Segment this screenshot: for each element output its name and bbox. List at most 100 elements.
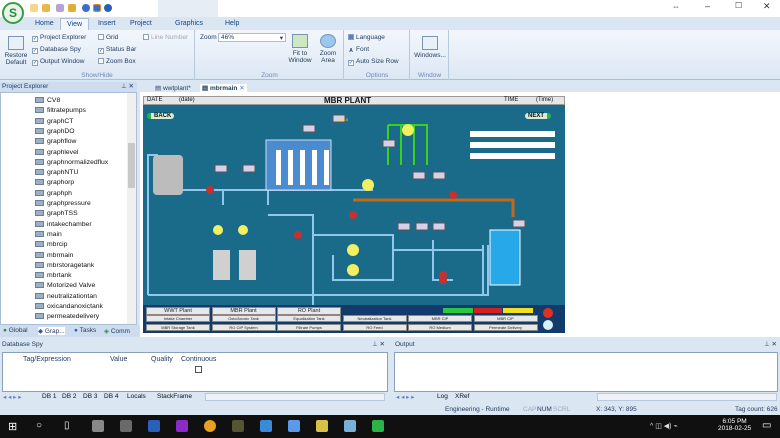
tree-item[interactable]: Motorized Valve: [35, 282, 95, 289]
auto-size-row-checkbox[interactable]: ✓ Auto Size Row: [348, 58, 399, 66]
app-icon-7[interactable]: [260, 420, 272, 432]
tab-db4[interactable]: DB 4: [104, 393, 118, 400]
tree-item[interactable]: graphDO: [35, 127, 75, 135]
save-icon[interactable]: [68, 4, 76, 12]
nav-button[interactable]: WWT Plant: [146, 307, 210, 315]
output-hscrollbar[interactable]: [597, 393, 777, 401]
tab-global[interactable]: ● Global: [3, 327, 28, 334]
nav-button[interactable]: Intake Chamber: [146, 315, 210, 323]
tree-item[interactable]: graphNTU: [35, 169, 78, 176]
app-icon-4[interactable]: [176, 420, 188, 432]
tab-insert[interactable]: Insert: [92, 18, 122, 30]
doc-tab-wwtplant[interactable]: ▤ wwtplant*: [155, 84, 191, 93]
nav-button[interactable]: MBR Plant: [211, 307, 276, 315]
info-icon[interactable]: [93, 4, 101, 12]
tree-item[interactable]: oxicandanoxictank: [35, 303, 103, 310]
language-button[interactable]: Language: [348, 34, 385, 41]
tree-item[interactable]: neutralizationtan: [35, 292, 97, 300]
tree-item[interactable]: mbrstoragetank: [35, 261, 94, 269]
tab-comm[interactable]: ◈ Comm: [104, 327, 130, 335]
chrome-icon[interactable]: [204, 420, 216, 432]
maximize-button[interactable]: ☐: [735, 1, 742, 10]
doc-tab-mbrmain[interactable]: ▤ mbrmain ✕: [200, 84, 247, 93]
clock[interactable]: 6:05 PM 2018-02-25: [718, 418, 751, 432]
grid-checkbox[interactable]: Grid: [98, 34, 118, 41]
zoom-box-checkbox[interactable]: Zoom Box: [98, 58, 136, 65]
tree-item[interactable]: filtratepumps: [35, 107, 86, 114]
zoom-area-button[interactable]: Zoom Area: [316, 34, 340, 64]
back-button[interactable]: BACK: [147, 113, 175, 119]
font-button[interactable]: A Font: [348, 46, 369, 55]
search-icon[interactable]: ○: [36, 420, 42, 431]
nav-button[interactable]: Neutralization Tank: [342, 315, 407, 323]
next-button[interactable]: NEXT: [525, 113, 552, 119]
app-icon-6[interactable]: [232, 420, 244, 432]
tree-item[interactable]: mbrcip: [35, 241, 67, 248]
tab-db3[interactable]: DB 3: [83, 393, 97, 400]
output-window-checkbox[interactable]: ✓ Output Window: [32, 58, 84, 66]
tree-item[interactable]: graphflow: [35, 138, 76, 145]
tab-graphics[interactable]: Graphics: [169, 18, 209, 30]
tab-log[interactable]: Log: [437, 393, 448, 400]
nav-button[interactable]: MBR CIP: [473, 315, 538, 323]
app-icon-1[interactable]: [92, 420, 104, 432]
open-icon[interactable]: [42, 4, 50, 12]
nav-button[interactable]: Permeate Delivery: [473, 323, 538, 331]
close-button[interactable]: ✕: [763, 1, 771, 12]
nav-button[interactable]: MBR Storage Tank: [146, 323, 210, 331]
tree-item[interactable]: CV8: [35, 97, 60, 104]
scada-app-icon[interactable]: [372, 420, 384, 432]
tree-item[interactable]: mbrtank: [35, 272, 72, 279]
restore-default-button[interactable]: Restore Default: [3, 36, 29, 66]
tree-item[interactable]: graphorp: [35, 179, 74, 186]
nav-button[interactable]: RO CIP System: [211, 323, 276, 331]
notifications-icon[interactable]: ▭: [762, 420, 771, 431]
tree-item[interactable]: intakechamber: [35, 220, 92, 228]
cut-icon[interactable]: [56, 4, 64, 12]
back-icon[interactable]: [82, 4, 90, 12]
new-icon[interactable]: [30, 4, 38, 12]
database-spy-checkbox[interactable]: ✓ Database Spy: [32, 46, 81, 54]
app-icon-3[interactable]: [148, 420, 160, 432]
tree-item[interactable]: graphnormalizedflux: [35, 158, 108, 166]
nav-button[interactable]: MBR CIP: [408, 315, 472, 323]
home-icon[interactable]: [543, 320, 553, 330]
minimize-button[interactable]: –: [705, 1, 710, 11]
nav-button[interactable]: Filtrate Pumps: [277, 323, 341, 331]
project-explorer-scrollbar[interactable]: [127, 93, 136, 324]
tree-item[interactable]: graphlevel: [35, 148, 78, 156]
tab-xref[interactable]: XRef: [455, 393, 469, 400]
tab-view[interactable]: View: [60, 18, 90, 30]
tab-tasks[interactable]: ● Tasks: [74, 327, 96, 334]
tree-item[interactable]: mbrmain: [35, 251, 73, 259]
tree-item[interactable]: graphTSS: [35, 210, 78, 217]
output-nav-arrows[interactable]: ◂ ◂ ▸ ▸: [396, 393, 414, 401]
tree-item[interactable]: graphCT: [35, 117, 73, 125]
nav-button[interactable]: RO Medium: [408, 323, 472, 331]
tab-home[interactable]: Home: [29, 18, 60, 30]
tab-help[interactable]: Help: [219, 18, 245, 30]
tab-db1[interactable]: DB 1: [42, 393, 56, 400]
nav-button[interactable]: Oxic/Anoxic Tank: [211, 315, 276, 323]
app-icon-10[interactable]: [344, 420, 356, 432]
continuous-checkbox[interactable]: [195, 366, 202, 373]
project-explorer-checkbox[interactable]: ✓ Project Explorer: [32, 34, 86, 42]
fit-to-window-button[interactable]: Fit to Window: [288, 34, 312, 64]
zoom-select[interactable]: 46% ▾: [218, 33, 286, 42]
status-bar-checkbox[interactable]: ✓ Status Bar: [98, 46, 136, 54]
task-view-icon[interactable]: ▯: [64, 420, 70, 431]
tray-icons[interactable]: ^ ◫ ◀) ⌁: [650, 422, 678, 430]
app-icon-2[interactable]: [120, 420, 132, 432]
tab-graphics-list[interactable]: ◆ Grap...: [38, 327, 65, 335]
tree-item[interactable]: main: [35, 230, 62, 238]
tab-project[interactable]: Project: [124, 18, 158, 30]
line-number-checkbox[interactable]: Line Number: [143, 34, 188, 41]
tree-item[interactable]: permeatedelivery: [35, 313, 99, 320]
nav-button[interactable]: RO Feed: [342, 323, 407, 331]
windows-button[interactable]: Windows...: [413, 36, 447, 59]
tree-item[interactable]: graphpressure: [35, 200, 91, 207]
help-icon[interactable]: [104, 4, 112, 12]
nav-button[interactable]: Equalization Tank: [277, 315, 341, 323]
tab-db2[interactable]: DB 2: [62, 393, 76, 400]
app-logo[interactable]: S: [2, 2, 24, 24]
